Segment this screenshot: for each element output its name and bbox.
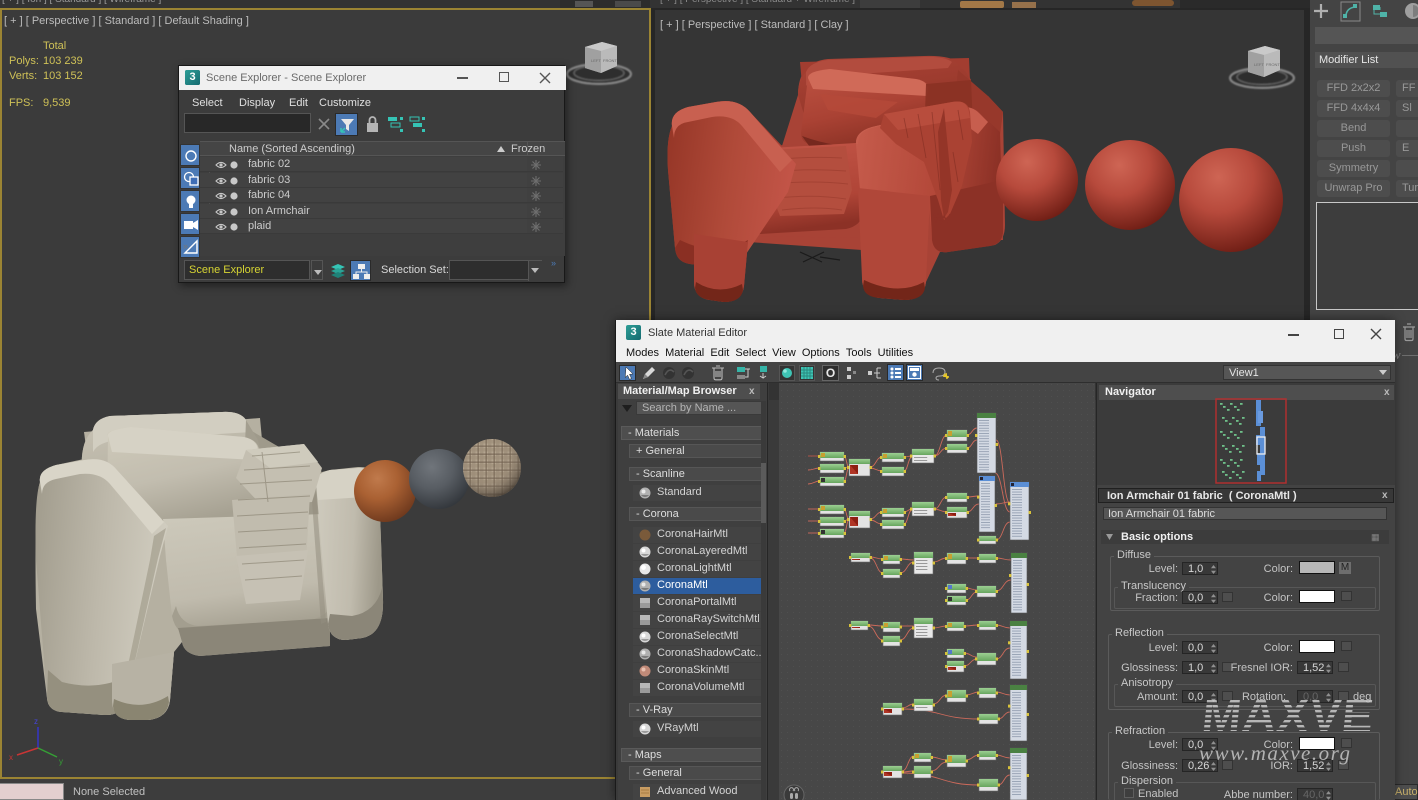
svg-text:x: x xyxy=(9,753,13,762)
svg-text:LEFT: LEFT xyxy=(591,58,601,63)
svg-text:z: z xyxy=(34,717,38,726)
svg-text:FRONT: FRONT xyxy=(603,58,617,63)
svg-text:FRONT: FRONT xyxy=(1266,62,1280,67)
svg-text:LEFT: LEFT xyxy=(1254,62,1264,67)
svg-text:MAXVE: MAXVE xyxy=(1200,690,1378,740)
svg-text:y: y xyxy=(59,757,63,766)
